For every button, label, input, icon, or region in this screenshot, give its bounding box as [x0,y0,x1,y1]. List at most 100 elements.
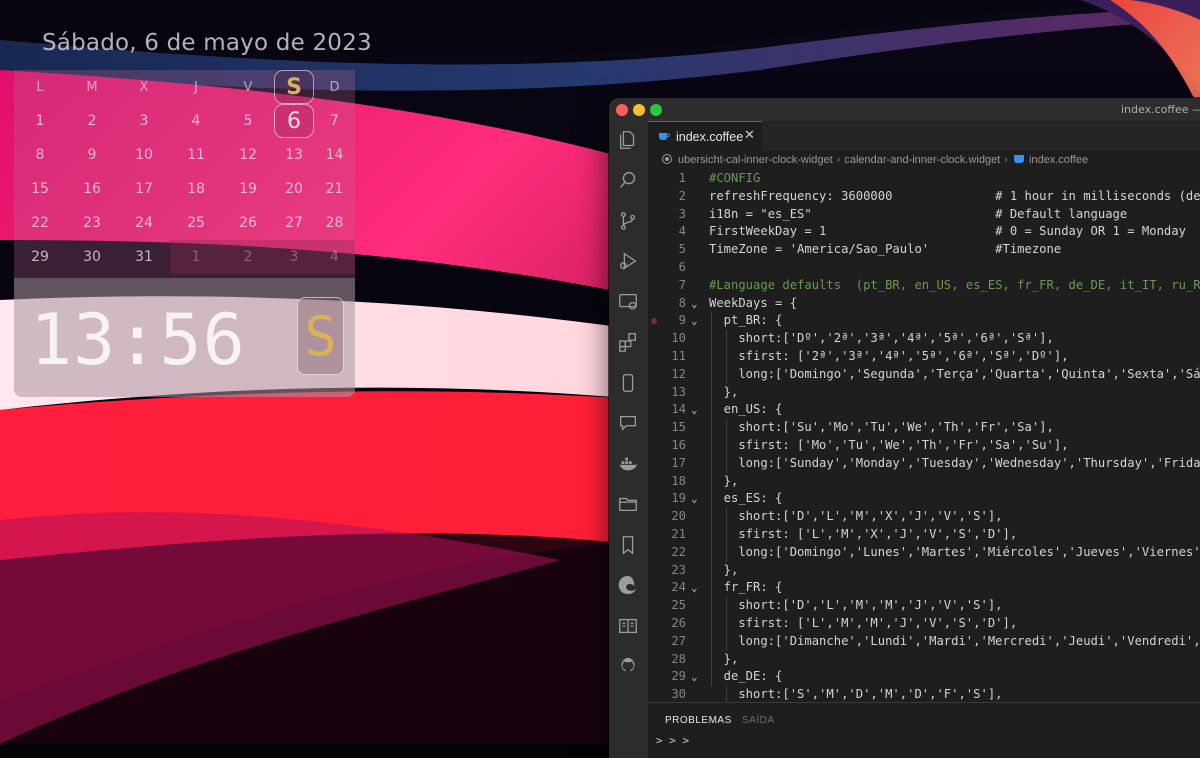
weekday-label: X [139,79,149,95]
remote-explorer-icon[interactable] [616,290,640,314]
github-icon[interactable] [616,654,640,678]
line-number: 20 [671,509,686,524]
close-window-button[interactable] [616,104,628,116]
line-number: 11 [671,349,686,363]
code-line[interactable]: 4 FirstWeekDay = 1 # 0 = Sunday OR 1 = Mo… [648,223,1200,241]
close-tab-icon[interactable]: ✕ [744,128,755,143]
line-number: 6 [678,260,686,274]
edge-icon[interactable] [616,573,640,597]
code-line[interactable]: 19 ⌄ es_ES: { [648,490,1200,508]
calendar-day: 4 [191,113,201,129]
code-line[interactable]: 29 ⌄ de_DE: { [648,668,1200,686]
calendar-day: 10 [135,147,153,163]
source-control-icon[interactable] [616,209,640,233]
code-line[interactable]: 18 }, [648,473,1200,491]
book-icon[interactable] [616,614,640,638]
code-line[interactable]: 27 long:['Dimanche','Lundi','Mardi','Mer… [648,633,1200,651]
weekday-label: V [243,79,253,95]
calendar-day-next-month: 2 [222,240,274,274]
calendar-day: 15 [31,181,49,197]
tab-index-coffee[interactable]: index.coffee ✕ [648,121,762,151]
chevron-right-icon: › [836,154,841,166]
weekday-label: M [86,79,98,95]
code-line[interactable]: 6 [648,259,1200,277]
code-line[interactable]: 7 #Language defaults (pt_BR, en_US, es_ES… [648,277,1200,295]
tab-problems[interactable]: PROBLEMAS [665,715,732,726]
run-debug-icon[interactable] [616,249,640,273]
line-number: 22 [671,544,686,559]
line-number: 24 [671,580,686,595]
chevron-right-icon: › [1004,154,1008,166]
code-line[interactable]: 1 #CONFIG [648,170,1200,188]
calendar-weekday-row: L M X J V S D [14,70,355,104]
calendar-day-next-month: 1 [170,240,222,274]
breadcrumb-item[interactable]: index.coffee [1029,154,1088,166]
fold-chevron-icon[interactable]: ⌄ [691,295,698,313]
code-text: }, [709,562,739,577]
code-line[interactable]: 21 sfirst: ['L','M','X','J','V','S','D']… [648,526,1200,544]
code-text: }, [709,651,739,666]
calendar-day: 3 [139,113,149,129]
folder-icon[interactable] [616,492,640,516]
code-line[interactable]: 14 ⌄ en_US: { [648,401,1200,419]
indent-guide [725,419,727,473]
breadcrumb-item[interactable]: calendar-and-inner-clock.widget [844,154,1000,166]
editor-tab-bar: index.coffee ✕ [648,121,1200,151]
code-line[interactable]: 26 sfirst: ['L','M','M','J','V','S','D']… [648,615,1200,633]
code-line[interactable]: 23 }, [648,562,1200,580]
code-line[interactable]: 17 long:['Sunday','Monday','Tuesday','We… [648,455,1200,473]
explorer-icon[interactable] [616,128,640,152]
code-area[interactable]: 1 #CONFIG 2 refreshFrequency: 3600000 # 1 h… [648,170,1200,704]
code-line[interactable]: 22 long:['Domingo','Lunes','Martes','Mié… [648,544,1200,562]
breadcrumb-item[interactable]: ubersicht-cal-inner-clock-widget [678,154,833,166]
tab-output[interactable]: SAÍDA [742,715,775,726]
code-text: long:['Domingo','Segunda','Terça','Quart… [709,366,1200,381]
fold-chevron-icon[interactable]: ⌄ [691,668,698,686]
indent-guide [725,597,727,651]
code-line[interactable]: 24 ⌄ fr_FR: { [648,579,1200,597]
extensions-icon[interactable] [616,330,640,354]
comments-icon[interactable] [616,411,640,435]
fold-chevron-icon[interactable]: ⌄ [691,490,698,508]
fold-chevron-icon[interactable]: ⌄ [691,312,698,330]
code-line[interactable]: 3 i18n = "es_ES" # Default language [648,206,1200,224]
code-editor-window: index.coffee — w [609,98,1200,758]
terminal-prompt-strip: > > > [656,734,690,747]
code-line[interactable]: 8 ⌄ WeekDays = { [648,295,1200,313]
fold-chevron-icon[interactable]: ⌄ [691,401,698,419]
search-icon[interactable] [616,168,640,192]
tab-label: index.coffee [676,130,744,144]
calendar-day: 21 [325,181,344,197]
device-icon[interactable] [616,371,640,395]
code-line[interactable]: 13 }, [648,384,1200,402]
code-line[interactable]: 9 ⌄ pt_BR: { [648,312,1200,330]
code-text: refreshFrequency: 3600000 # 1 hour in mi… [709,188,1200,203]
code-line[interactable]: 5 TimeZone = 'America/Sao_Paulo' #Timezon… [648,241,1200,259]
code-line[interactable]: 28 }, [648,651,1200,669]
line-number: 3 [678,206,686,221]
code-text: WeekDays = { [709,295,798,310]
line-number: 18 [671,473,686,488]
code-line[interactable]: 20 short:['D','L','M','X','J','V','S'], [648,508,1200,526]
fold-chevron-icon[interactable]: ⌄ [691,579,698,597]
minimize-window-button[interactable] [633,104,645,116]
code-line[interactable]: 11 sfirst: ['2ª','3ª','4ª','5ª','6ª','Sª… [648,348,1200,366]
code-line[interactable]: 15 short:['Su','Mo','Tu','We','Th','Fr',… [648,419,1200,437]
line-number: 19 [671,491,686,506]
code-text: TimeZone = 'America/Sao_Paulo' #Timezone [709,242,1062,257]
line-number: 25 [671,598,686,613]
code-line[interactable]: 10 short:['Dº','2ª','3ª','4ª','5ª','6ª',… [648,330,1200,348]
calendar-day: 13 [285,147,303,163]
calendar-day: 26 [239,215,257,231]
code-line[interactable]: 12 long:['Domingo','Segunda','Terça','Qu… [648,366,1200,384]
code-line[interactable]: 16 sfirst: ['Mo','Tu','We','Th','Fr','Sa… [648,437,1200,455]
zoom-window-button[interactable] [650,104,662,116]
docker-icon[interactable] [616,452,640,476]
calendar-week-row: 8 9 10 11 12 13 14 [14,138,355,172]
line-number: 21 [671,527,686,541]
bookmark-icon[interactable] [616,533,640,557]
code-line[interactable]: 25 short:['D','L','M','M','J','V','S'], [648,597,1200,615]
calendar-day-next-month: 3 [274,240,314,274]
calendar-day-next-month: 4 [314,240,355,274]
code-line[interactable]: 2 refreshFrequency: 3600000 # 1 hour in m… [648,188,1200,206]
